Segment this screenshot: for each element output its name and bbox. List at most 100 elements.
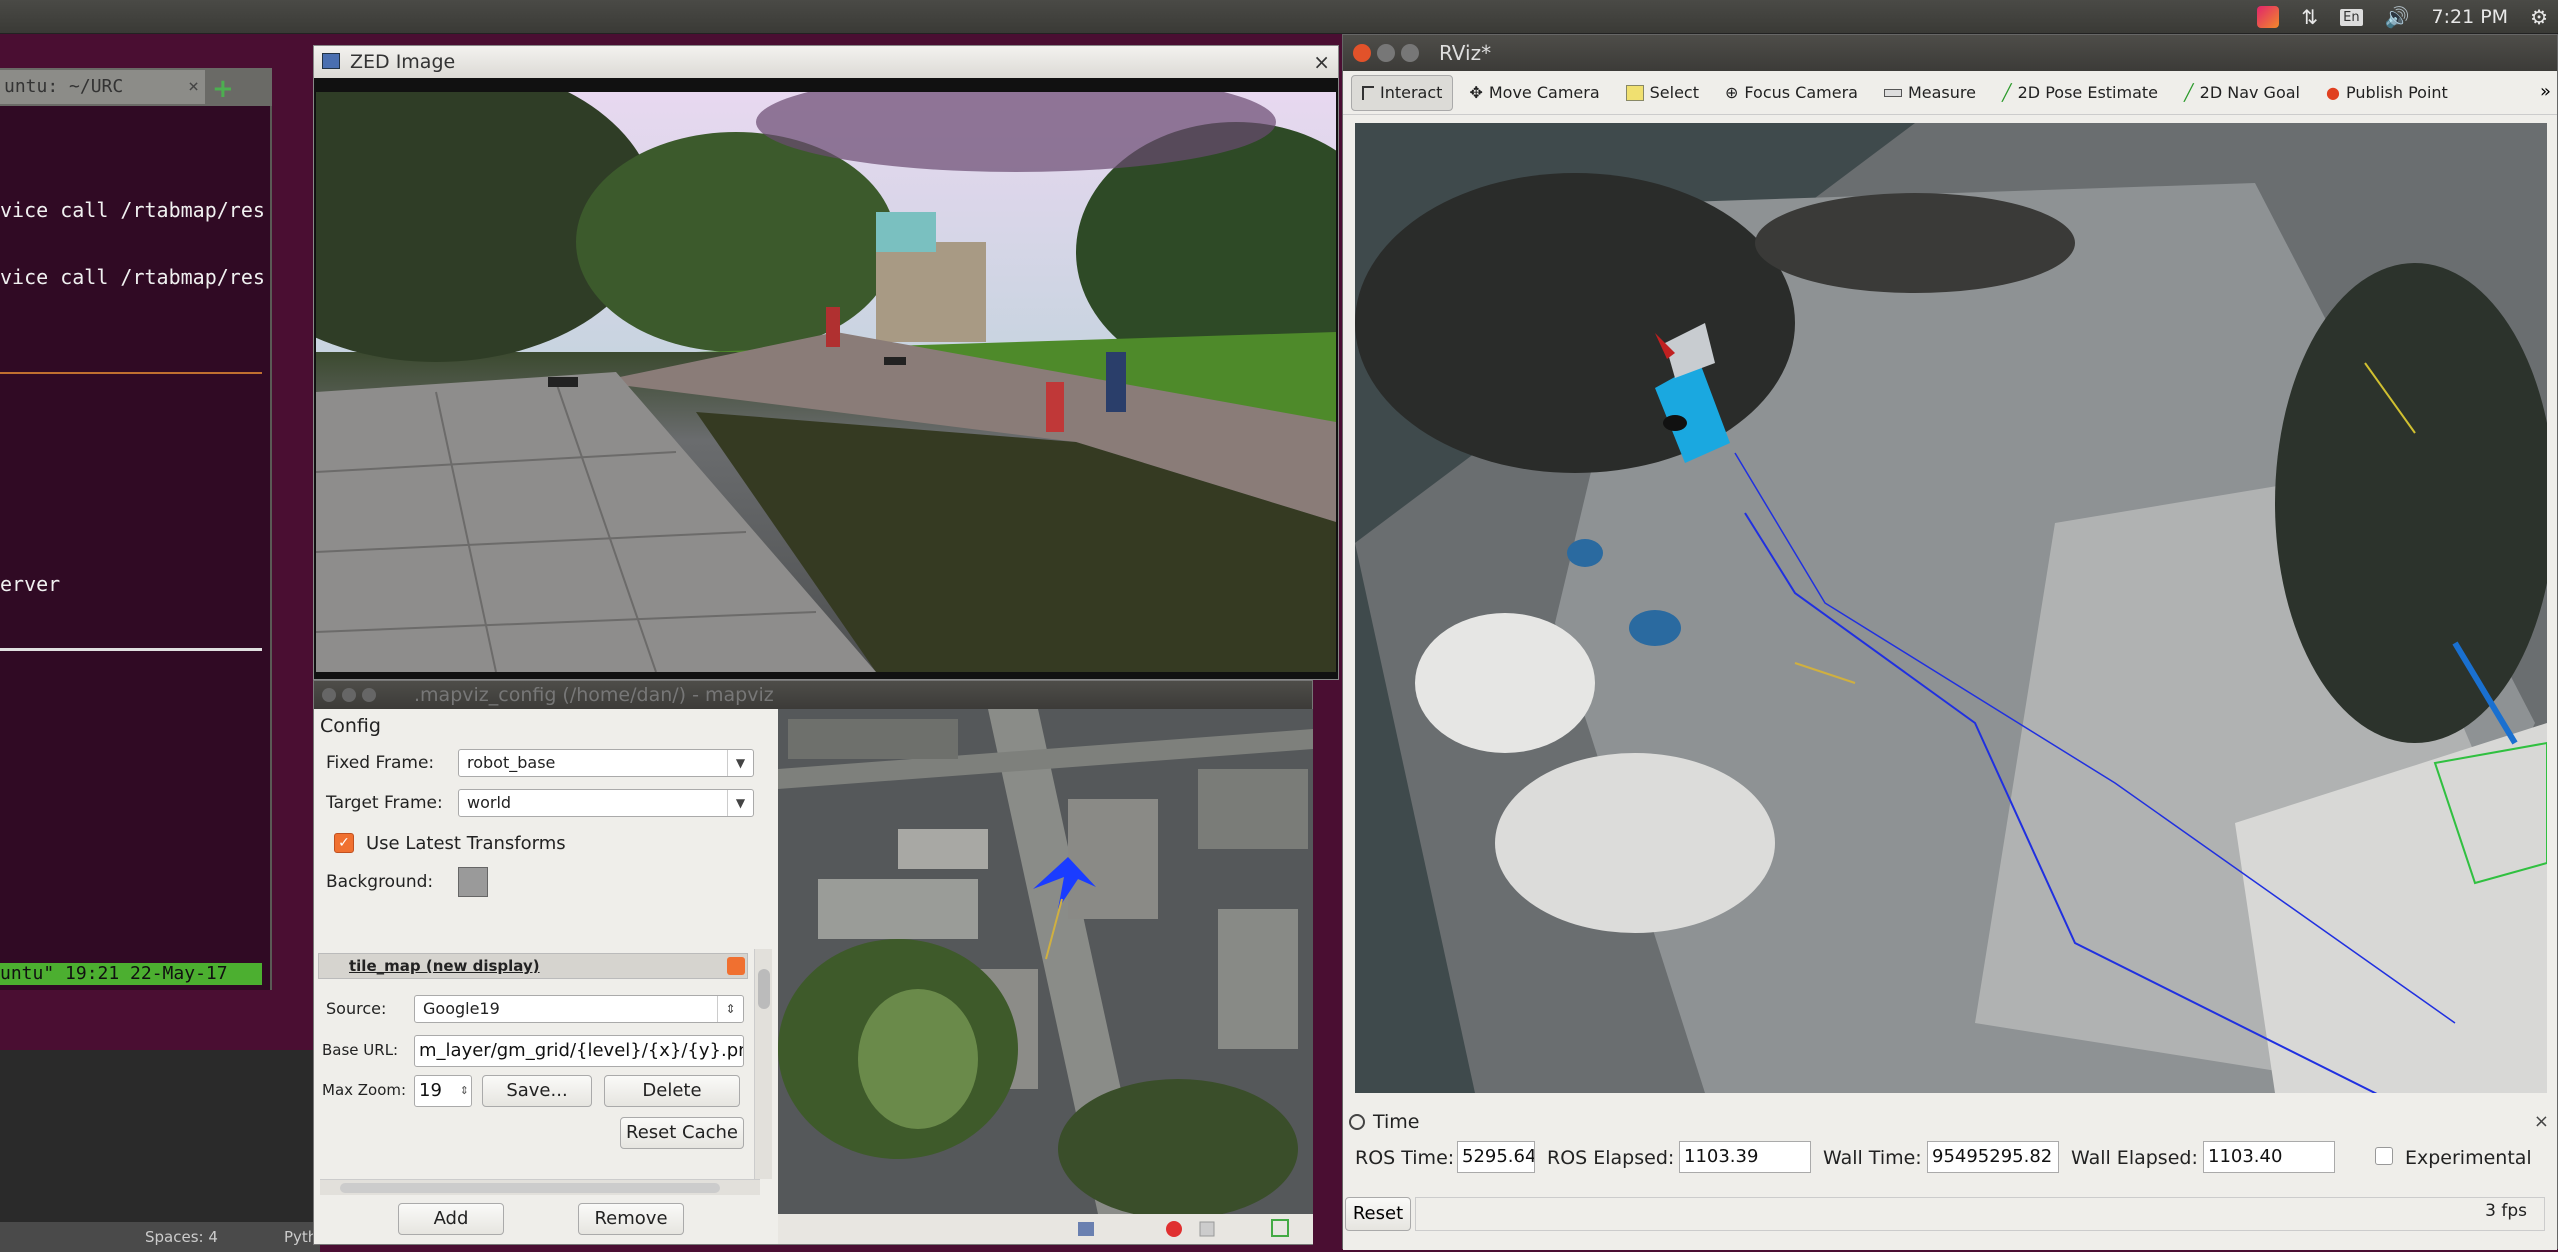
scroll-thumb[interactable]: [758, 969, 770, 1009]
minimize-icon[interactable]: [342, 688, 356, 702]
clock-icon: [1349, 1114, 1365, 1130]
minimize-icon[interactable]: [1377, 44, 1395, 62]
reset-button[interactable]: Reset: [1345, 1197, 1411, 1231]
config-panel: Config Fixed Frame: robot_base ▼ Target …: [314, 709, 774, 1244]
close-icon[interactable]: [1353, 44, 1371, 62]
tool-label: Interact: [1380, 83, 1443, 102]
background-label: Background:: [326, 872, 434, 892]
source-select[interactable]: Google19 ⇕: [414, 995, 744, 1023]
point-cloud-render: [1355, 123, 2547, 1093]
camera-image: [316, 92, 1336, 672]
experimental-checkbox[interactable]: [2375, 1147, 2393, 1165]
tool-2d-pose-estimate[interactable]: ╱ 2D Pose Estimate: [1992, 75, 2168, 111]
tool-select[interactable]: Select: [1616, 75, 1709, 111]
base-url-label: Base URL:: [322, 1041, 399, 1059]
tool-interact[interactable]: Interact: [1351, 74, 1454, 111]
tool-measure[interactable]: Measure: [1874, 75, 1986, 111]
indent-setting[interactable]: Spaces: 4: [145, 1222, 218, 1252]
experimental-label: Experimental: [2405, 1147, 2532, 1169]
config-scrollbar-horizontal[interactable]: [320, 1179, 760, 1195]
tmux-status-bar: untu" 19:21 22-May-17: [0, 963, 262, 985]
close-icon[interactable]: ×: [1313, 46, 1330, 78]
select-icon: [1625, 84, 1644, 101]
settings-gear-icon[interactable]: ⚙: [2530, 5, 2548, 29]
add-button[interactable]: Add: [398, 1203, 504, 1235]
tool-label: Focus Camera: [1744, 83, 1858, 102]
target-frame-label: Target Frame:: [326, 793, 443, 813]
maximize-icon[interactable]: [362, 688, 376, 702]
display-title: tile_map (new display): [349, 957, 540, 975]
tool-move-camera[interactable]: ✥ Move Camera: [1459, 75, 1609, 111]
ros-time-field[interactable]: 5295.64: [1457, 1141, 1535, 1173]
nav-goal-icon: ╱: [2184, 83, 2194, 102]
terminal-line: vice call /rtabmap/res: [0, 265, 265, 289]
time-panel-title: Time: [1373, 1111, 1420, 1133]
target-frame-value: world: [467, 793, 512, 812]
zed-titlebar[interactable]: ZED Image ×: [314, 46, 1338, 78]
chevron-down-icon: ▼: [727, 790, 753, 816]
toolbar-overflow-icon[interactable]: »: [2540, 81, 2551, 102]
scroll-thumb[interactable]: [340, 1183, 720, 1193]
terminal-tab-label: untu: ~/URC: [4, 76, 124, 97]
tool-2d-nav-goal[interactable]: ╱ 2D Nav Goal: [2174, 75, 2310, 111]
tool-label: Publish Point: [2345, 83, 2448, 102]
satellite-map[interactable]: [778, 709, 1313, 1214]
mapviz-toolbar-bottom: [778, 1214, 1313, 1244]
use-latest-transforms-checkbox[interactable]: ✓: [334, 833, 354, 853]
app-indicator-icon[interactable]: [2257, 6, 2280, 28]
delete-button[interactable]: Delete: [604, 1075, 740, 1107]
display-header-tile-map[interactable]: tile_map (new display): [318, 953, 748, 979]
fixed-frame-select[interactable]: robot_base ▼: [458, 749, 754, 777]
window-controls: [1353, 44, 1419, 62]
terminal-window: untu: ~/URC × + vice call /rtabmap/res v…: [0, 68, 272, 990]
add-tab-icon[interactable]: +: [212, 74, 234, 104]
image-icon: [322, 53, 340, 69]
screenshot-icon: [1078, 1222, 1094, 1236]
keyboard-layout-indicator[interactable]: En: [2340, 8, 2363, 26]
tool-label: Select: [1649, 83, 1699, 102]
terminal-line: vice call /rtabmap/res: [0, 198, 265, 222]
terminal-tab[interactable]: untu: ~/URC ×: [0, 70, 205, 104]
spin-arrows-icon[interactable]: ⇕: [460, 1076, 469, 1106]
ros-elapsed-field[interactable]: 1103.39: [1679, 1141, 1811, 1173]
clock[interactable]: 7:21 PM: [2432, 6, 2509, 28]
reset-cache-button[interactable]: Reset Cache: [620, 1117, 744, 1149]
close-icon[interactable]: ×: [188, 70, 199, 104]
camera-scene: [316, 92, 1336, 672]
maximize-icon[interactable]: [1401, 44, 1419, 62]
desktop: ⇅ En 🔊 7:21 PM ⚙ untu: ~/URC × + vice ca…: [0, 0, 2558, 1252]
time-panel: Time × ROS Time: 5295.64 ROS Elapsed: 11…: [1343, 1105, 2557, 1250]
tool-publish-point[interactable]: ● Publish Point: [2316, 75, 2458, 111]
measure-icon: [1883, 88, 1902, 97]
tool-focus-camera[interactable]: ⊕ Focus Camera: [1715, 75, 1868, 111]
tool-label: Move Camera: [1488, 83, 1600, 102]
network-icon[interactable]: ⇅: [2301, 5, 2318, 29]
wall-time-field[interactable]: 95495295.82: [1927, 1141, 2059, 1173]
rviz-titlebar[interactable]: RViz*: [1343, 35, 2557, 71]
ros-elapsed-label: ROS Elapsed:: [1547, 1147, 1675, 1169]
remove-display-icon[interactable]: [727, 957, 745, 975]
fullscreen-icon: [1271, 1219, 1289, 1237]
editor-status-bar: Spaces: 4 Pyth: [0, 1222, 320, 1252]
record-icon: [1166, 1221, 1182, 1237]
config-scrollbar-vertical[interactable]: [754, 949, 772, 1179]
wall-elapsed-label: Wall Elapsed:: [2071, 1147, 2198, 1169]
wall-elapsed-field[interactable]: 1103.40: [2203, 1141, 2335, 1173]
close-icon[interactable]: [322, 688, 336, 702]
max-zoom-spinbox[interactable]: 19 ⇕: [414, 1075, 472, 1107]
close-icon[interactable]: ×: [2534, 1111, 2549, 1132]
3d-viewport[interactable]: [1355, 123, 2547, 1093]
editor-panel: [0, 1050, 320, 1250]
target-frame-select[interactable]: world ▼: [458, 789, 754, 817]
remove-button[interactable]: Remove: [578, 1203, 684, 1235]
volume-icon[interactable]: 🔊: [2385, 5, 2410, 29]
ros-time-label: ROS Time:: [1355, 1147, 1455, 1169]
base-url-input[interactable]: m_layer/gm_grid/{level}/{x}/{y}.png: [414, 1035, 744, 1067]
fixed-frame-value: robot_base: [467, 753, 556, 772]
save-button[interactable]: Save...: [482, 1075, 592, 1107]
terminal-divider: [0, 372, 262, 374]
satellite-map-graphic: [778, 709, 1313, 1214]
mapviz-titlebar[interactable]: .mapviz_config (/home/dan/) - mapviz: [314, 681, 1312, 709]
background-color-swatch[interactable]: [458, 867, 488, 897]
wall-time-label: Wall Time:: [1823, 1147, 1922, 1169]
